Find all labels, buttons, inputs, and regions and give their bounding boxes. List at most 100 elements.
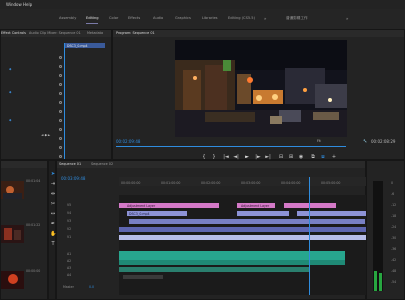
track-label-v1[interactable]: V1 <box>67 235 71 239</box>
timeline-ruler[interactable]: 00:00:00:00 00:01:00:00 00:02:00:00 00:0… <box>119 177 367 186</box>
right-channel-meter <box>379 273 382 291</box>
meter-label: -36 <box>391 247 397 251</box>
ec-keyframe-nav[interactable]: ◄ ◆ ► <box>41 133 55 137</box>
workspace-overflow-right[interactable]: » <box>346 16 348 21</box>
ruler-label: 00:04:00:00 <box>281 181 301 185</box>
thumbnail-image <box>1 181 24 199</box>
workspace-bar: Assembly Editing Color Effects Audio Gra… <box>0 9 405 30</box>
workspace-overflow[interactable]: » <box>264 16 266 21</box>
thumbnail-image <box>1 271 24 289</box>
menu-bar: Window Help <box>0 0 405 9</box>
track-label-a3[interactable]: A3 <box>67 266 71 270</box>
meter-label: -18 <box>391 214 397 218</box>
project-thumbnail[interactable] <box>1 225 24 243</box>
adjustment-layer-clip[interactable]: Adjustment Layer <box>119 203 219 208</box>
audio-clip[interactable] <box>119 251 345 260</box>
tab-effect-controls[interactable]: Effect Controls <box>1 31 26 35</box>
project-thumbnail[interactable] <box>1 181 24 199</box>
left-channel-meter <box>374 271 377 291</box>
clip-name-header: DSC3_0.mp4 <box>65 43 105 48</box>
program-monitor-panel: Program: Sequence 01 00:02:09:48 Fit 00:… <box>112 29 405 160</box>
ec-reset-icon[interactable] <box>59 119 62 122</box>
track-label-v3[interactable]: V3 <box>67 219 71 223</box>
meter-label: -42 <box>391 258 397 262</box>
workspace-active-underline <box>86 23 98 24</box>
tab-metadata[interactable]: Metadata <box>87 31 103 35</box>
ec-reset-icon[interactable] <box>59 65 62 68</box>
workspace-editing-cs55[interactable]: Editing (CS5.5) <box>228 16 255 20</box>
thumbnail-image <box>1 225 24 243</box>
ruler-label: 00:05:00:00 <box>321 181 341 185</box>
scroll-bar[interactable] <box>123 275 163 279</box>
workspace-custom[interactable]: 普通剪辑工作 <box>286 16 308 21</box>
meter-label: -54 <box>391 280 397 284</box>
project-item-duration: 00:01:22 <box>26 223 41 227</box>
program-scrubber[interactable] <box>116 146 346 147</box>
ruler-label: 00:03:00:00 <box>241 181 261 185</box>
workspace-audio[interactable]: Audio <box>153 16 163 20</box>
track-label-v2[interactable]: V2 <box>67 227 71 231</box>
effect-controls-tabs: Effect Controls Audio Clip Mixer: Sequen… <box>1 30 111 37</box>
tools-panel: ➤ ⇥ ⇹ ✂ ↔ ✒ ✋ T <box>48 160 56 300</box>
workspace-graphics[interactable]: Graphics <box>175 16 191 20</box>
track-headers: V5 V4 V3 V2 V1 A1 A2 A3 A4 Master 0.0 <box>57 195 119 295</box>
project-item-duration: 00:01:04 <box>26 179 41 183</box>
ec-reset-icon[interactable] <box>59 56 62 59</box>
adjustment-layer-clip[interactable] <box>284 203 336 208</box>
video-clip[interactable] <box>237 211 289 216</box>
ec-reset-icon[interactable] <box>59 83 62 86</box>
wrench-icon[interactable]: 🔧 <box>363 139 367 143</box>
ec-reset-icon[interactable] <box>59 146 62 149</box>
audio-clip[interactable] <box>119 260 345 265</box>
clip-label: Adjustment Layer <box>127 203 156 208</box>
master-volume-value[interactable]: 0.0 <box>89 285 94 289</box>
ruler-label: 00:00:00:00 <box>121 181 141 185</box>
master-track-label: Master <box>63 285 74 289</box>
workspace-color[interactable]: Color <box>109 16 118 20</box>
effect-controls-panel: Effect Controls Audio Clip Mixer: Sequen… <box>0 29 112 160</box>
track-label-v4[interactable]: V4 <box>67 211 71 215</box>
clip-label: DSC3_0.mp4 <box>129 211 150 216</box>
audio-clip[interactable] <box>119 267 309 272</box>
ec-reset-icon[interactable] <box>59 155 62 158</box>
tab-program-monitor[interactable]: Program: Sequence 01 <box>116 31 155 35</box>
fit-dropdown[interactable]: Fit <box>317 139 321 143</box>
video-clip[interactable] <box>119 235 367 240</box>
ec-reset-icon[interactable] <box>59 74 62 77</box>
audio-meters-panel: 0 -6 -12 -18 -24 -30 -36 -42 -48 -54 <box>366 160 405 300</box>
ruler-label: 00:01:00:00 <box>161 181 181 185</box>
workspace-editing[interactable]: Editing <box>86 16 99 20</box>
timeline-panel: Sequence 01 Sequence 02 00:03:09:48 00:0… <box>56 160 367 300</box>
track-label-a2[interactable]: A2 <box>67 259 71 263</box>
ec-reset-icon[interactable] <box>59 101 62 104</box>
program-timecode[interactable]: 00:02:09:48 <box>116 139 140 144</box>
ec-reset-icon[interactable] <box>59 92 62 95</box>
tab-audio-clip-mixer[interactable]: Audio Clip Mixer: Sequence 01 <box>29 31 81 35</box>
ec-reset-icon[interactable] <box>59 137 62 140</box>
workspace-effects[interactable]: Effects <box>128 16 140 20</box>
tab-sequence-01[interactable]: Sequence 01 <box>59 162 81 166</box>
video-clip[interactable] <box>297 211 367 216</box>
video-clip[interactable]: DSC3_0.mp4 <box>127 211 187 216</box>
workspace-libraries[interactable]: Libraries <box>202 16 218 20</box>
ec-reset-icon[interactable] <box>59 128 62 131</box>
menu-window[interactable]: Window <box>6 2 22 7</box>
meter-label: 0 <box>391 181 394 185</box>
menu-help[interactable]: Help <box>23 2 32 7</box>
project-thumbnail[interactable] <box>1 271 24 289</box>
ec-reset-icon[interactable] <box>59 110 62 113</box>
project-panel: 00:01:04 00:01:22 00:00:00 <box>0 160 48 300</box>
clip-label: Adjustment Layer <box>241 203 270 208</box>
video-clip[interactable] <box>119 227 367 232</box>
timeline-tracks: Adjustment Layer Adjustment Layer DSC3_0… <box>119 195 367 295</box>
workspace-assembly[interactable]: Assembly <box>59 16 76 20</box>
track-label-a4[interactable]: A4 <box>67 273 71 277</box>
video-clip[interactable] <box>129 219 365 224</box>
adjustment-layer-clip[interactable]: Adjustment Layer <box>237 203 275 208</box>
timeline-timecode[interactable]: 00:03:09:48 <box>61 176 85 181</box>
timeline-playhead[interactable] <box>309 177 310 295</box>
tab-sequence-02[interactable]: Sequence 02 <box>91 162 113 166</box>
track-label-v5[interactable]: V5 <box>67 203 71 207</box>
track-label-a1[interactable]: A1 <box>67 252 71 256</box>
meter-label: -12 <box>391 203 397 207</box>
